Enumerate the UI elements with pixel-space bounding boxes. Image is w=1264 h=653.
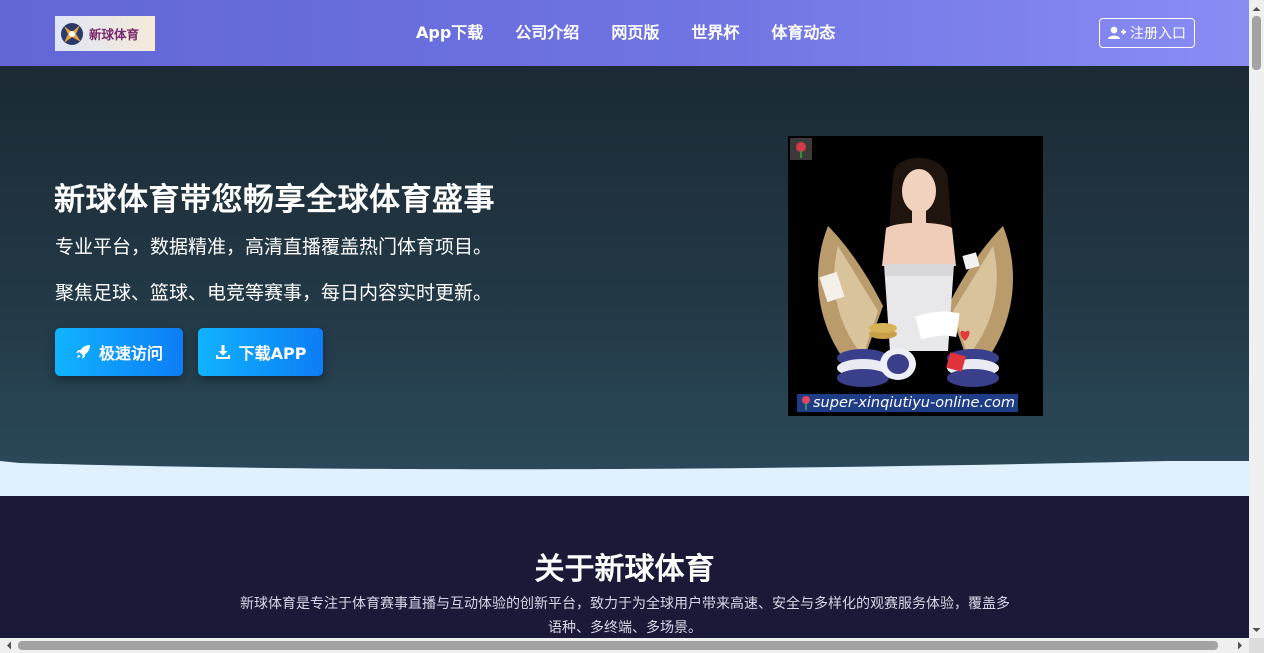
nav-item-company-intro[interactable]: 公司介绍 — [499, 0, 595, 66]
register-label: 注册入口 — [1130, 26, 1186, 42]
nav-item-web-version[interactable]: 网页版 — [595, 0, 675, 66]
nav-item-app-download[interactable]: App下载 — [400, 0, 499, 66]
vertical-scroll-thumb[interactable] — [1252, 16, 1261, 70]
hero-section: 新球体育带您畅享全球体育盛事 专业平台，数据精准，高清直播覆盖热门体育项目。 聚… — [0, 66, 1249, 496]
rocket-icon — [75, 345, 90, 359]
about-description: 新球体育是专注于体育赛事直播与互动体验的创新平台，致力于为全球用户带来高速、安全… — [240, 596, 1010, 636]
download-icon — [215, 345, 230, 359]
register-button[interactable]: 注册入口 — [1099, 18, 1195, 48]
scrollbar-corner — [1249, 638, 1264, 653]
scroll-right-arrow-icon[interactable] — [1233, 638, 1247, 653]
promo-illustration — [790, 138, 1013, 405]
logo-mascot-icon — [61, 22, 83, 45]
hero-subtitle-1: 专业平台，数据精准，高清直播覆盖热门体育项目。 — [55, 236, 493, 258]
fast-access-button[interactable]: 极速访问 — [55, 328, 183, 376]
nav-item-sports-news[interactable]: 体育动态 — [755, 0, 851, 66]
about-title: 关于新球体育 — [534, 552, 715, 587]
hero-title: 新球体育带您畅享全球体育盛事 — [54, 182, 495, 218]
scroll-up-arrow-icon[interactable] — [1249, 2, 1264, 16]
logo-text: 新球体育 — [89, 27, 140, 42]
image-caption-text: super-xinqiutiyu-online.com — [813, 395, 1016, 411]
about-section: 关于新球体育 新球体育是专注于体育赛事直播与互动体验的创新平台，致力于为全球用户… — [0, 496, 1249, 638]
rose-icon — [802, 396, 810, 410]
hero-promo-image: super-xinqiutiyu-online.com — [788, 136, 1043, 416]
vertical-scrollbar[interactable] — [1249, 0, 1264, 638]
site-header: 新球体育 App下载 公司介绍 网页版 世界杯 体育动态 注册入口 — [0, 0, 1249, 66]
download-app-button[interactable]: 下载APP — [198, 328, 323, 376]
user-plus-icon — [1108, 26, 1126, 39]
hero-wave-divider — [0, 461, 1249, 496]
nav-item-world-cup[interactable]: 世界杯 — [675, 0, 755, 66]
scroll-left-arrow-icon[interactable] — [2, 638, 16, 653]
hero-subtitle-2: 聚焦足球、篮球、电竞等赛事，每日内容实时更新。 — [55, 282, 493, 304]
fast-access-label: 极速访问 — [98, 344, 163, 363]
page: 新球体育 App下载 公司介绍 网页版 世界杯 体育动态 注册入口 新球体育带您… — [0, 0, 1249, 638]
site-logo[interactable]: 新球体育 — [55, 16, 155, 51]
download-app-label: 下载APP — [238, 344, 307, 363]
image-caption: super-xinqiutiyu-online.com — [797, 394, 1019, 412]
main-nav: App下载 公司介绍 网页版 世界杯 体育动态 — [400, 0, 851, 66]
horizontal-scroll-thumb[interactable] — [18, 641, 1218, 650]
horizontal-scrollbar[interactable] — [0, 638, 1249, 653]
scroll-down-arrow-icon[interactable] — [1249, 623, 1264, 637]
